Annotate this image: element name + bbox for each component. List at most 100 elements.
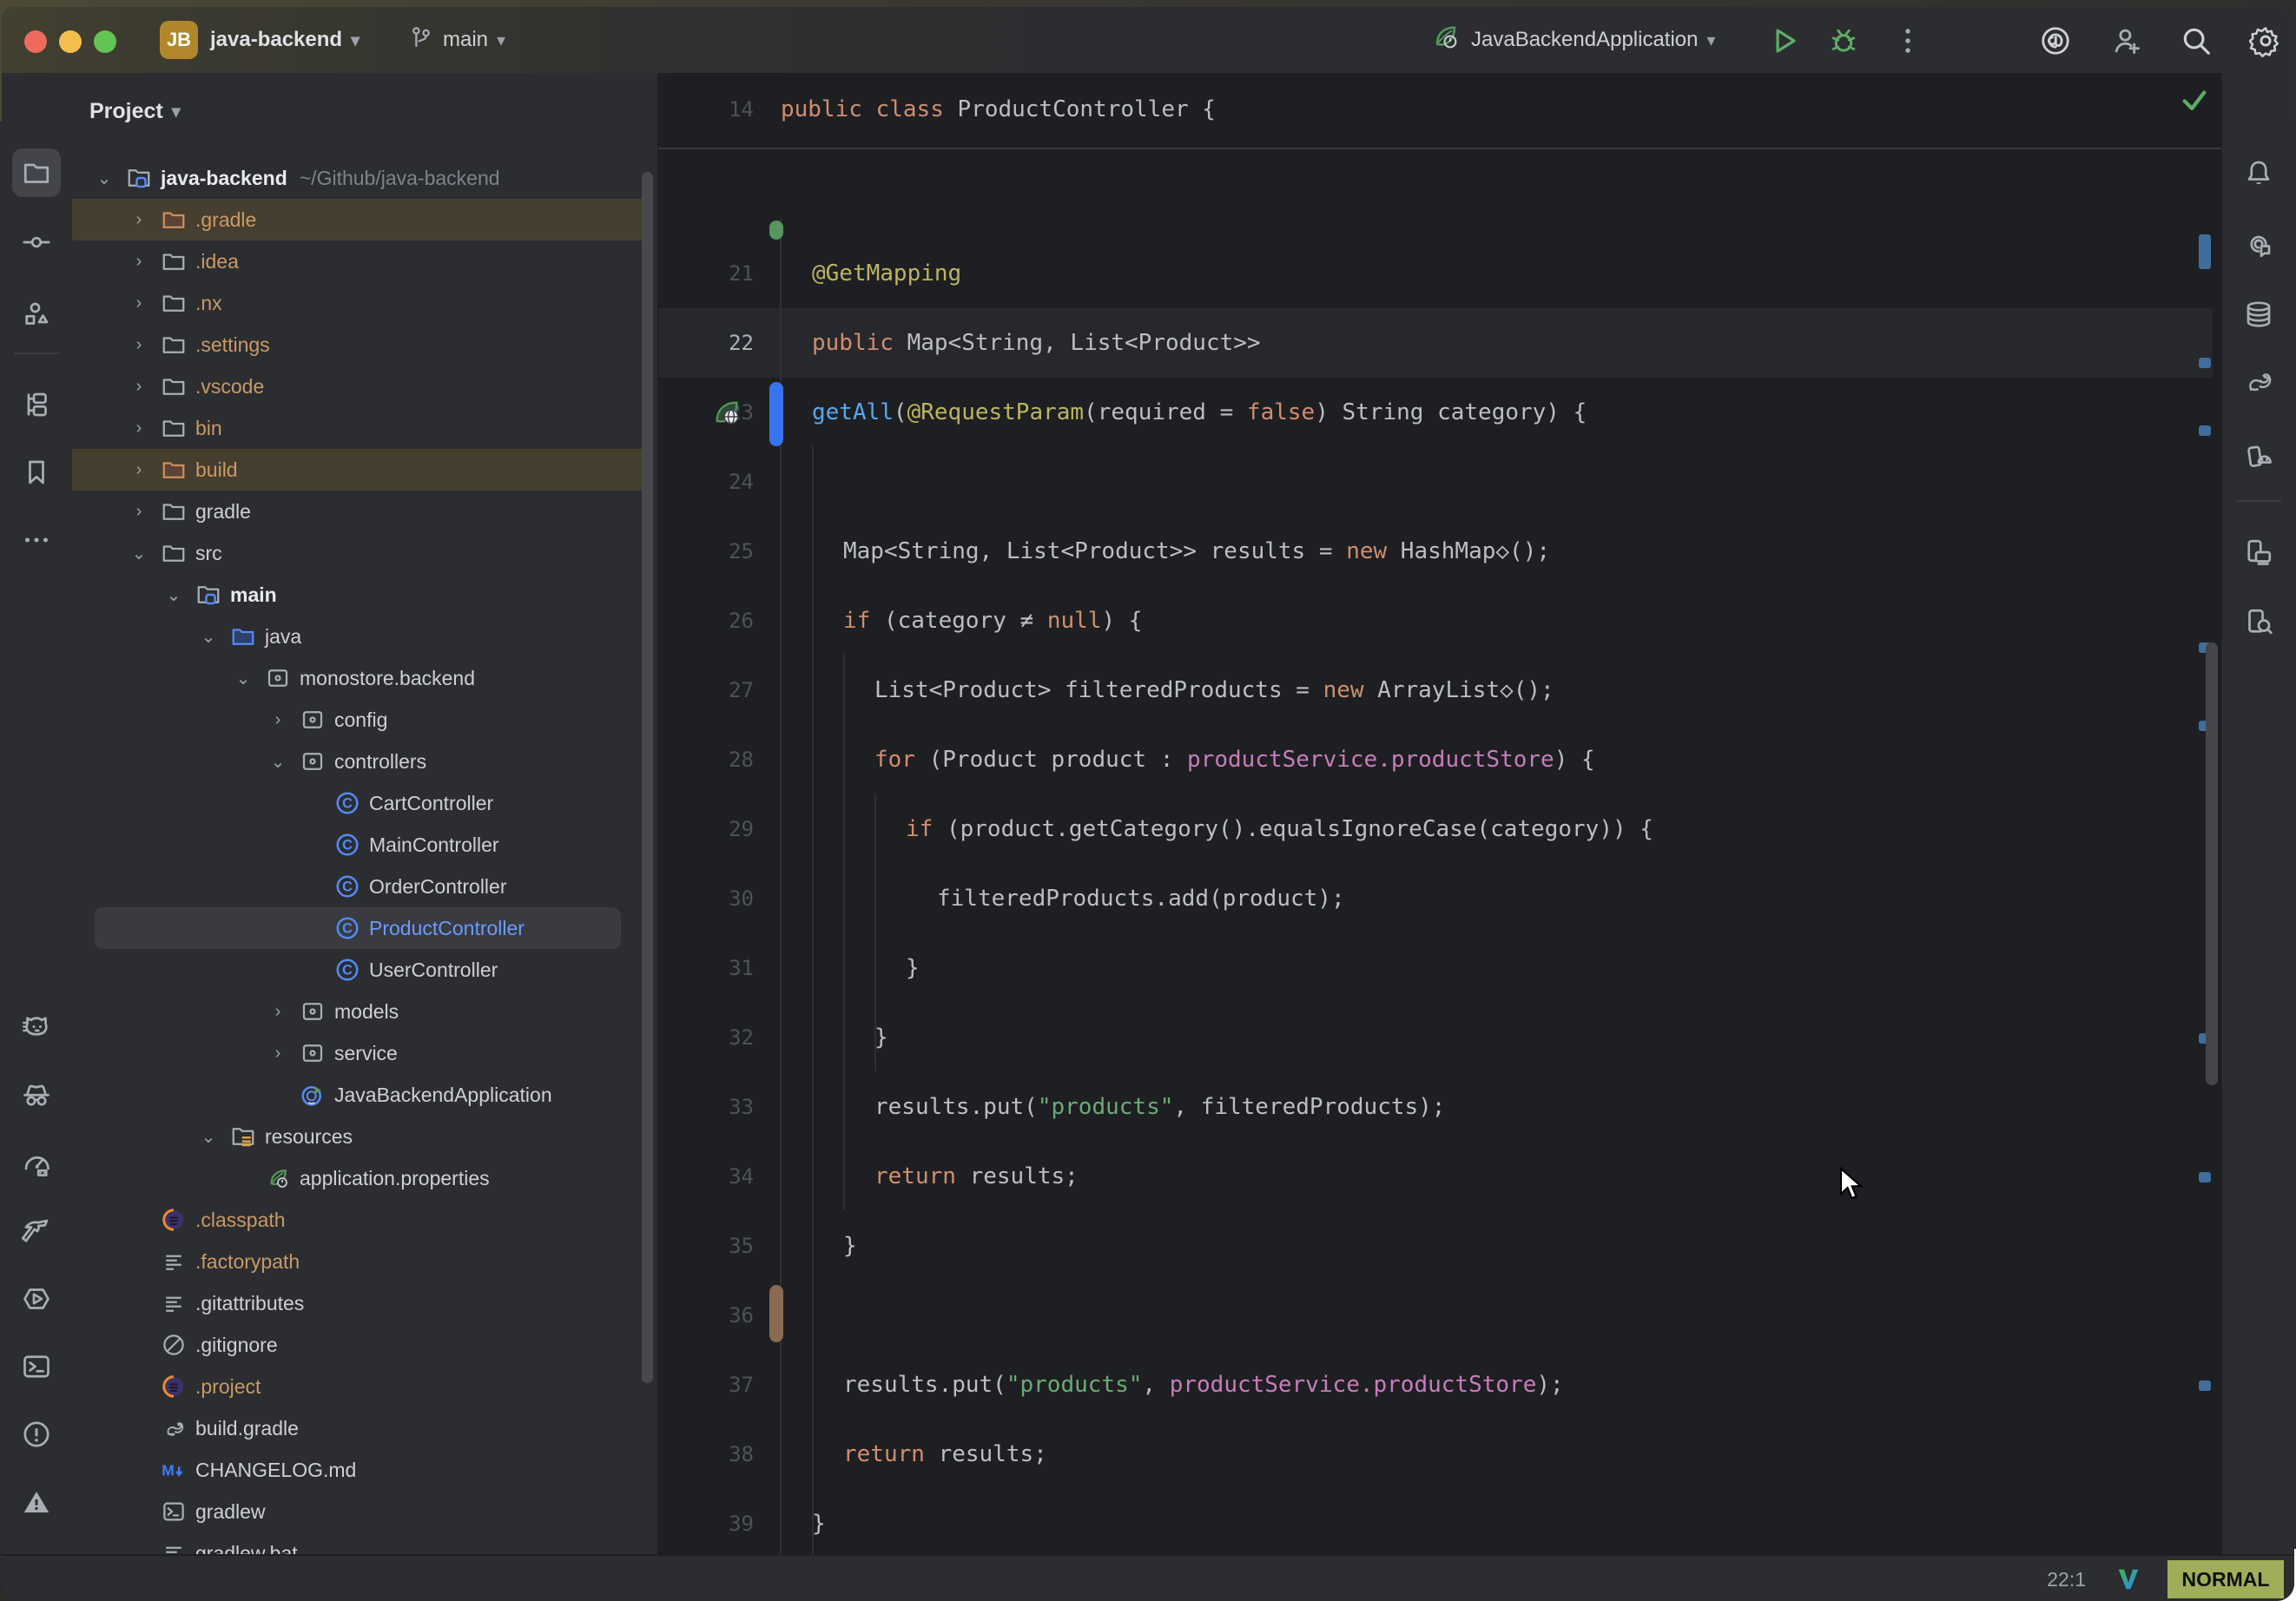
editor-scrollbar[interactable] bbox=[2206, 642, 2218, 1085]
settings-gear-button[interactable] bbox=[2249, 24, 2282, 62]
tree-item-javabackendapplication[interactable]: JavaBackendApplication bbox=[72, 1074, 659, 1116]
chevron-right-icon[interactable]: › bbox=[128, 293, 150, 313]
tree-item--project[interactable]: .project bbox=[72, 1366, 659, 1407]
chevron-right-icon[interactable]: › bbox=[128, 418, 150, 438]
error-stripe-mark[interactable] bbox=[2199, 1172, 2211, 1183]
tree-item-cartcontroller[interactable]: CCartController bbox=[72, 782, 659, 824]
tree-item--vscode[interactable]: ›.vscode bbox=[72, 366, 659, 407]
close-traffic-light[interactable] bbox=[24, 30, 47, 53]
tool-bookmark-button[interactable] bbox=[12, 448, 61, 497]
chevron-down-icon[interactable]: ⌄ bbox=[93, 168, 115, 189]
chevron-down-icon[interactable]: ⌄ bbox=[267, 751, 289, 773]
code-editor[interactable]: 21@GetMapping22public Map<String, List<P… bbox=[658, 73, 2221, 1554]
tree-item-gradle[interactable]: ›gradle bbox=[72, 491, 659, 532]
chevron-down-icon[interactable]: ⌄ bbox=[128, 543, 150, 564]
chevron-down-icon[interactable]: ⌄ bbox=[197, 626, 220, 648]
tool-warning-button[interactable] bbox=[12, 1478, 61, 1526]
tree-item-ordercontroller[interactable]: COrderController bbox=[72, 866, 659, 907]
run-configuration-selector[interactable]: JavaBackendApplication ▾ bbox=[1431, 7, 1716, 73]
tree-item-config[interactable]: ›config bbox=[72, 699, 659, 741]
caret-position-widget[interactable]: 22:1 bbox=[2047, 1556, 2086, 1601]
chevron-right-icon[interactable]: › bbox=[128, 377, 150, 397]
chevron-right-icon[interactable]: › bbox=[128, 502, 150, 522]
tree-item--factorypath[interactable]: .factorypath bbox=[72, 1241, 659, 1282]
chevron-down-icon[interactable]: ⌄ bbox=[197, 1126, 220, 1148]
tree-item--gradle[interactable]: ›.gradle bbox=[72, 199, 659, 240]
chevron-right-icon[interactable]: › bbox=[267, 1044, 289, 1064]
sticky-code-line[interactable]: public class ProductController { bbox=[781, 75, 1216, 144]
error-stripe-mark[interactable] bbox=[2199, 425, 2211, 436]
error-stripe-mark[interactable] bbox=[2199, 1380, 2211, 1391]
chevron-right-icon[interactable]: › bbox=[128, 335, 150, 355]
inspections-ok-check-icon[interactable] bbox=[2180, 85, 2209, 119]
ai-assistant-button[interactable] bbox=[2039, 24, 2072, 62]
tool-ai-chat-button[interactable] bbox=[2234, 221, 2283, 269]
ideavim-icon[interactable] bbox=[2115, 1566, 2141, 1592]
spring-endpoint-gutter-icon[interactable] bbox=[712, 398, 742, 427]
tree-item-application-properties[interactable]: application.properties bbox=[72, 1157, 659, 1199]
tree-item-maincontroller[interactable]: CMainController bbox=[72, 824, 659, 866]
tree-item-main[interactable]: ⌄main bbox=[72, 574, 659, 616]
tree-item-java-backend[interactable]: ⌄java-backend~/Github/java-backend bbox=[72, 157, 659, 199]
tree-item--nx[interactable]: ›.nx bbox=[72, 282, 659, 324]
tree-item-gradlew-bat[interactable]: gradlew.bat bbox=[72, 1532, 659, 1554]
tree-item--gitignore[interactable]: .gitignore bbox=[72, 1324, 659, 1366]
tree-item-src[interactable]: ⌄src bbox=[72, 532, 659, 574]
tool-copilot-cat-button[interactable] bbox=[12, 1004, 61, 1052]
tree-item--classpath[interactable]: .classpath bbox=[72, 1199, 659, 1241]
tool-notifications-bell-button[interactable] bbox=[2234, 148, 2283, 197]
search-button[interactable] bbox=[2180, 24, 2213, 62]
tool-more-dots-button[interactable] bbox=[12, 516, 61, 564]
tree-item-controllers[interactable]: ⌄controllers bbox=[72, 741, 659, 782]
vim-mode-badge[interactable]: NORMAL bbox=[2167, 1560, 2284, 1598]
tool-device-android-button[interactable] bbox=[2234, 434, 2283, 483]
tree-item-service[interactable]: ›service bbox=[72, 1032, 659, 1074]
tree-item--idea[interactable]: ›.idea bbox=[72, 240, 659, 282]
tool-structure-button[interactable] bbox=[12, 290, 61, 339]
error-stripe-mark[interactable] bbox=[2199, 358, 2211, 368]
tool-problems-button[interactable] bbox=[12, 1410, 61, 1459]
tree-item-build-gradle[interactable]: build.gradle bbox=[72, 1407, 659, 1449]
tree-item-usercontroller[interactable]: CUserController bbox=[72, 949, 659, 991]
tool-database-button[interactable] bbox=[2234, 290, 2283, 339]
tool-build-hammer-button[interactable] bbox=[12, 1207, 61, 1255]
tool-hierarchy-button[interactable] bbox=[12, 380, 61, 429]
chevron-down-icon[interactable]: ⌄ bbox=[162, 584, 185, 606]
chevron-right-icon[interactable]: › bbox=[128, 210, 150, 230]
chevron-down-icon[interactable]: ⌄ bbox=[232, 668, 254, 689]
add-user-button[interactable] bbox=[2110, 24, 2143, 62]
tool-gradle-elephant-button[interactable] bbox=[2234, 356, 2283, 405]
branch-selector[interactable]: main ▾ bbox=[408, 7, 505, 73]
tool-services-play-button[interactable] bbox=[12, 1275, 61, 1323]
tree-item-build[interactable]: ›build bbox=[72, 449, 659, 491]
chevron-right-icon[interactable]: › bbox=[128, 252, 150, 272]
tool-commit-button[interactable] bbox=[12, 218, 61, 267]
tool-incognito-button[interactable] bbox=[12, 1071, 61, 1120]
minimize-traffic-light[interactable] bbox=[59, 30, 82, 53]
tree-item-bin[interactable]: ›bin bbox=[72, 407, 659, 449]
run-button[interactable] bbox=[1768, 24, 1801, 62]
tree-item-java[interactable]: ⌄java bbox=[72, 616, 659, 657]
tool-device-layers-button[interactable] bbox=[2234, 528, 2283, 576]
tool-project-folder-button[interactable] bbox=[12, 148, 61, 197]
tool-device-search-button[interactable] bbox=[2234, 597, 2283, 646]
chevron-right-icon[interactable]: › bbox=[267, 710, 289, 730]
maximize-traffic-light[interactable] bbox=[94, 30, 116, 53]
tool-terminal-button[interactable] bbox=[12, 1342, 61, 1391]
kebab-button[interactable] bbox=[1891, 24, 1924, 62]
project-tree-scrollbar[interactable] bbox=[642, 172, 653, 1383]
project-selector[interactable]: java-backend ▾ bbox=[210, 7, 360, 73]
debug-button[interactable] bbox=[1827, 24, 1860, 62]
tool-profiler-gauge-button[interactable] bbox=[12, 1139, 61, 1188]
project-panel-header[interactable]: Project ▾ bbox=[89, 92, 181, 130]
tree-item-resources[interactable]: ⌄resources bbox=[72, 1116, 659, 1157]
tree-item-models[interactable]: ›models bbox=[72, 991, 659, 1032]
chevron-right-icon[interactable]: › bbox=[267, 1002, 289, 1022]
chevron-right-icon[interactable]: › bbox=[128, 460, 150, 480]
tree-item--gitattributes[interactable]: .gitattributes bbox=[72, 1282, 659, 1324]
error-stripe-mark[interactable] bbox=[2199, 234, 2211, 269]
tree-item-monostore-backend[interactable]: ⌄monostore.backend bbox=[72, 657, 659, 699]
tree-item--settings[interactable]: ›.settings bbox=[72, 324, 659, 366]
tree-item-productcontroller[interactable]: CProductController bbox=[72, 907, 659, 949]
tree-item-changelog-md[interactable]: MCHANGELOG.md bbox=[72, 1449, 659, 1491]
